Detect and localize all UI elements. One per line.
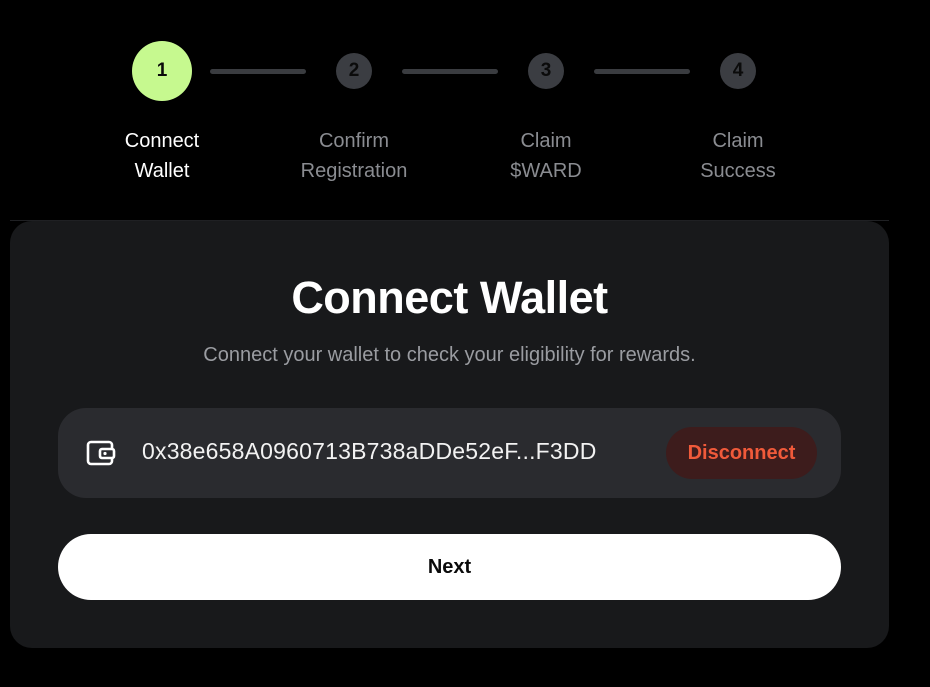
- step-2-label-line2: Registration: [300, 160, 408, 182]
- step-4-label-line2: Success: [700, 160, 776, 182]
- step-3-label-line2: $WARD: [510, 160, 582, 182]
- step-connector-3-4: [594, 69, 690, 74]
- wallet-icon: [86, 439, 116, 467]
- step-4-circle: 4: [720, 53, 756, 89]
- page: 1 2 3 4 Connect Wallet Confirm Registrat…: [0, 0, 930, 687]
- step-3-label: Claim $WARD: [456, 126, 636, 186]
- card-title: Connect Wallet: [291, 272, 608, 323]
- step-3-label-line1: Claim: [520, 130, 572, 152]
- progress-stepper: 1 2 3 4 Connect Wallet Confirm Registrat…: [0, 0, 930, 210]
- step-1-label: Connect Wallet: [72, 126, 252, 186]
- step-connector-2-3: [402, 69, 498, 74]
- disconnect-button[interactable]: Disconnect: [666, 427, 817, 479]
- step-1-label-line1: Connect: [124, 130, 200, 152]
- step-3-circle: 3: [528, 53, 564, 89]
- step-connector-1-2: [210, 69, 306, 74]
- step-2-label-line1: Confirm: [318, 130, 389, 152]
- step-4-label: Claim Success: [648, 126, 828, 186]
- next-button[interactable]: Next: [58, 534, 841, 600]
- wallet-address: 0x38e658A0960713B738aDDe52eF...F3DD: [142, 438, 597, 464]
- step-2-circle: 2: [336, 53, 372, 89]
- step-1-circle: 1: [132, 41, 192, 101]
- step-1-label-line2: Wallet: [134, 160, 190, 182]
- step-4-label-line1: Claim: [712, 130, 764, 152]
- connected-wallet-row: 0x38e658A0960713B738aDDe52eF...F3DD Disc…: [58, 408, 841, 498]
- card-subtitle: Connect your wallet to check your eligib…: [203, 344, 696, 366]
- step-2-label: Confirm Registration: [264, 126, 444, 186]
